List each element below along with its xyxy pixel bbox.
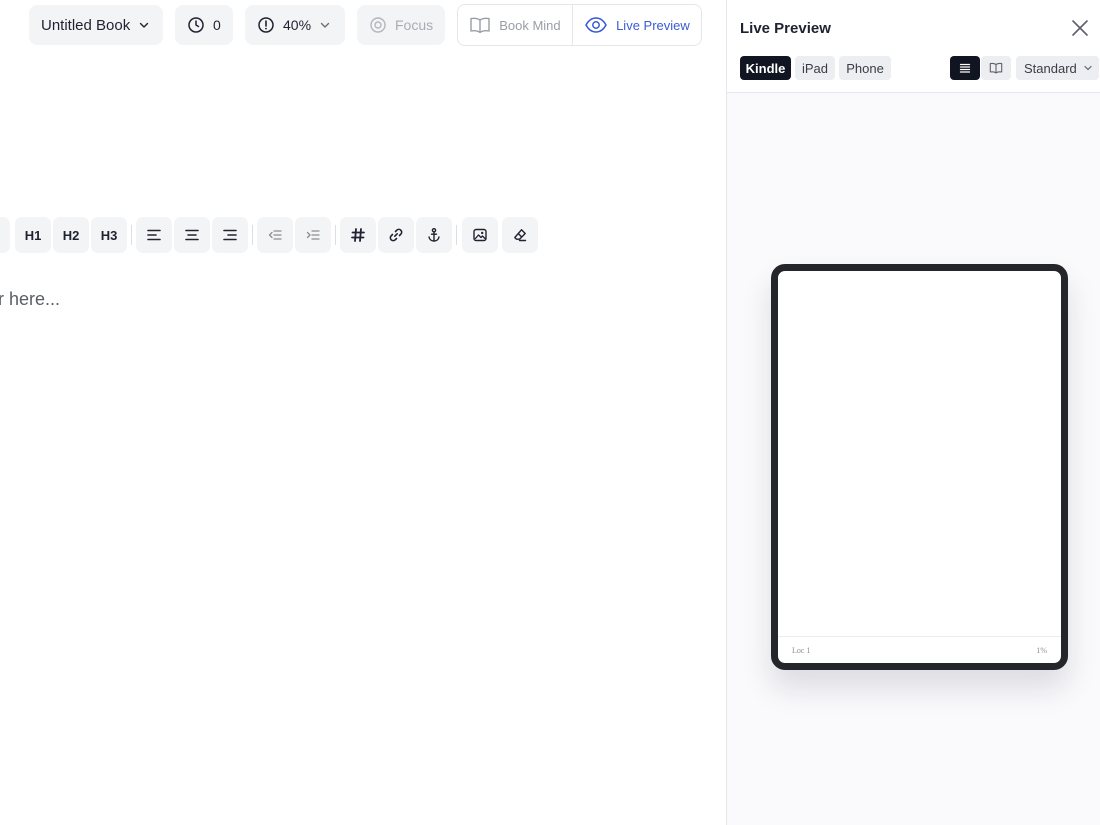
toolbar-divider	[456, 225, 457, 245]
insert-image-button[interactable]	[462, 217, 498, 253]
book-open-icon	[989, 62, 1003, 74]
goal-progress-dropdown[interactable]: 40%	[245, 5, 345, 45]
kindle-device-frame: Loc 1 1%	[771, 264, 1068, 670]
anchor-icon	[428, 227, 440, 242]
editor-placeholder[interactable]: r here...	[0, 289, 60, 310]
clock-icon	[188, 17, 204, 33]
align-left-icon	[147, 229, 161, 241]
device-tab-phone[interactable]: Phone	[839, 56, 891, 80]
outdent-button[interactable]	[257, 217, 293, 253]
top-toolbar: Untitled Book 0 40% Focus Book Mind Live…	[0, 4, 726, 46]
format-button-hidden[interactable]	[0, 217, 10, 253]
align-right-icon	[223, 229, 237, 241]
toolbar-divider	[131, 225, 132, 245]
style-preset-value: Standard	[1024, 60, 1077, 76]
toolbar-divider	[335, 225, 336, 245]
toolbar-divider	[252, 225, 253, 245]
eye-icon	[585, 17, 607, 33]
book-title: Untitled Book	[41, 16, 131, 34]
focus-target-icon	[370, 17, 386, 33]
focus-mode-button[interactable]: Focus	[357, 5, 445, 45]
device-tab-ipad[interactable]: iPad	[795, 56, 835, 80]
chevron-down-icon	[140, 22, 149, 28]
session-timer-button[interactable]: 0	[175, 5, 233, 45]
align-left-button[interactable]	[136, 217, 172, 253]
indent-icon	[306, 230, 320, 240]
heading-1-button[interactable]: H1	[15, 217, 51, 253]
book-open-icon	[470, 17, 490, 34]
view-toggle-group: Book Mind Live Preview	[457, 4, 702, 46]
heading-3-button[interactable]: H3	[91, 217, 127, 253]
device-tab-kindle[interactable]: Kindle	[740, 56, 791, 80]
anchor-button[interactable]	[416, 217, 452, 253]
reading-percent: 1%	[1036, 645, 1047, 655]
device-footer: Loc 1 1%	[778, 636, 1061, 663]
timer-value: 0	[213, 17, 221, 33]
close-icon[interactable]	[1070, 18, 1090, 38]
preview-panel-header: Live Preview Kindle iPad Phone Standard	[727, 0, 1100, 93]
format-toolbar: H1 H2 H3	[0, 217, 560, 253]
hashtag-icon	[351, 228, 365, 242]
book-mind-label: Book Mind	[499, 17, 561, 33]
align-right-button[interactable]	[212, 217, 248, 253]
page-view-button[interactable]	[981, 56, 1011, 80]
goal-value: 40%	[283, 17, 312, 33]
live-preview-panel: Live Preview Kindle iPad Phone Standard	[726, 0, 1100, 825]
book-title-dropdown[interactable]: Untitled Book	[29, 5, 163, 45]
chevron-down-icon	[320, 22, 330, 28]
focus-label: Focus	[395, 17, 434, 33]
link-icon	[389, 228, 403, 242]
chevron-down-icon	[1084, 65, 1092, 71]
book-mind-button[interactable]: Book Mind	[458, 5, 572, 45]
hashtag-button[interactable]	[340, 217, 376, 253]
live-preview-label: Live Preview	[616, 17, 690, 33]
scroll-view-button[interactable]	[950, 56, 980, 80]
style-preset-select[interactable]: Standard	[1016, 56, 1099, 80]
panel-title: Live Preview	[740, 20, 831, 37]
outdent-icon	[268, 230, 282, 240]
clear-formatting-button[interactable]	[502, 217, 538, 253]
heading-2-button[interactable]: H2	[53, 217, 89, 253]
indent-button[interactable]	[295, 217, 331, 253]
image-icon	[473, 228, 487, 242]
live-preview-button[interactable]: Live Preview	[571, 5, 701, 45]
align-center-icon	[185, 229, 199, 241]
list-icon	[959, 63, 971, 73]
alert-circle-icon	[258, 17, 274, 33]
reading-location: Loc 1	[792, 645, 811, 655]
align-center-button[interactable]	[174, 217, 210, 253]
eraser-icon	[514, 229, 527, 242]
link-button[interactable]	[378, 217, 414, 253]
